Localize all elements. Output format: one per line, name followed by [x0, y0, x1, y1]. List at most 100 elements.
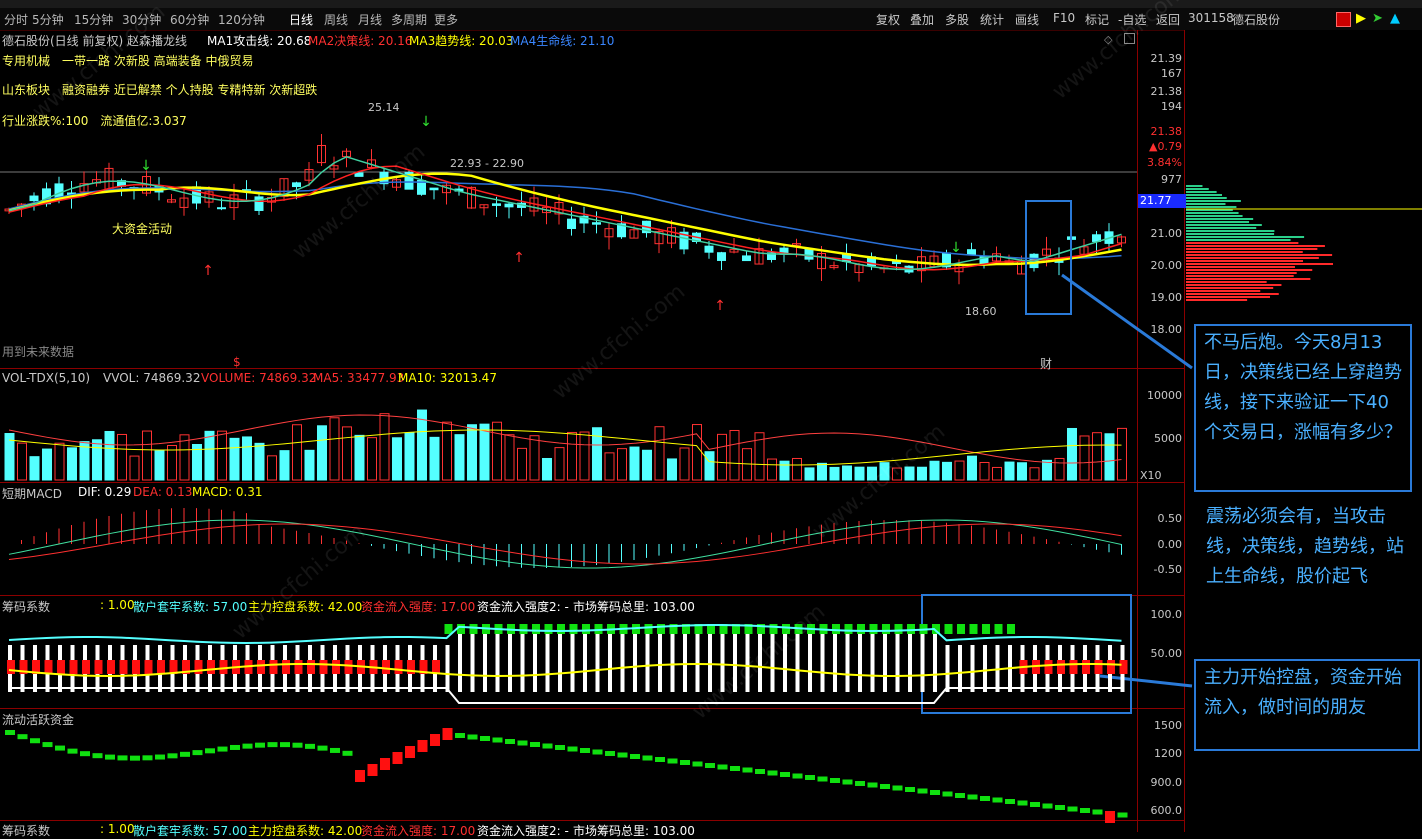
- volume-bar: [692, 424, 702, 481]
- flow-bar: [1117, 812, 1128, 818]
- chip-distribution-bar: [1186, 263, 1334, 265]
- candle-down: [742, 255, 751, 262]
- volume-bar: [154, 450, 165, 481]
- chip-distribution-bar: [1186, 230, 1275, 232]
- macd-dea-line: [8, 523, 1122, 565]
- volume-bar: [354, 434, 365, 481]
- chip-bar-white: [858, 628, 862, 692]
- chip-bar-white: [808, 628, 812, 692]
- flow-bar: [767, 770, 778, 776]
- volume-bar: [17, 442, 27, 481]
- chip-bar-green: [894, 624, 903, 634]
- flow-bar: [455, 733, 465, 738]
- chip-bar-white: [595, 628, 600, 692]
- chip-bar-red: [257, 660, 265, 674]
- volume-bar: [279, 450, 290, 481]
- candle-down: [354, 172, 364, 177]
- annotation-text-shakeout: 震荡必须会有，当攻击线，决策线，趋势线，站上生命线，股价起飞: [1206, 506, 1404, 587]
- volume-bar: [1017, 462, 1027, 481]
- flow-bar: [330, 747, 340, 753]
- flow-bar: [55, 745, 65, 751]
- flow-bar: [817, 776, 828, 782]
- chip-distribution-bar: [1186, 218, 1254, 220]
- chip-distribution-bar: [1186, 299, 1248, 301]
- chip-bar-red: [1082, 660, 1090, 674]
- flow-bar: [255, 742, 265, 748]
- flow-bar: [705, 763, 715, 768]
- chip-distribution-bar: [1186, 290, 1261, 292]
- chip-bar-green: [569, 624, 578, 634]
- sell-arrow-icon: ↓: [950, 240, 962, 256]
- chip-bar-white: [945, 645, 950, 692]
- chip-bar-red: [82, 660, 90, 674]
- flow-bar: [442, 728, 453, 740]
- chip-bar-white: [533, 628, 537, 692]
- chip-bar-green: [869, 624, 878, 634]
- chip-bar-red: [332, 660, 340, 674]
- flow-bar: [430, 734, 440, 746]
- flow-bar: [1055, 805, 1065, 810]
- volume-bar: [979, 461, 990, 481]
- chip-bar-white: [633, 628, 637, 692]
- volume-bar: [567, 431, 577, 481]
- flow-bar: [917, 788, 928, 794]
- flow-bar: [142, 755, 153, 761]
- chip-distribution-bar: [1186, 203, 1226, 205]
- chip-distribution-bar: [1186, 188, 1209, 190]
- flow-bar: [17, 734, 28, 740]
- volume-bar: [929, 460, 940, 481]
- volume-bar: [967, 455, 977, 481]
- flow-bar: [880, 784, 890, 789]
- volume-bar: [554, 447, 565, 481]
- candle-down: [492, 203, 501, 206]
- chip-bar-white: [845, 628, 850, 692]
- volume-bar: [804, 467, 815, 481]
- chip-bar-red: [1094, 660, 1103, 674]
- chip-bar-white: [558, 628, 562, 692]
- mid-price-label: 22.93 - 22.90: [450, 157, 524, 170]
- chip-bar-green: [969, 624, 978, 634]
- volume-bar: [404, 432, 415, 481]
- chip-bar-white: [445, 645, 450, 692]
- chip-distribution-bar: [1186, 227, 1257, 229]
- volume-bar: [954, 460, 965, 481]
- chip-bar-white: [470, 628, 475, 692]
- candle-down: [29, 195, 39, 202]
- volume-bar: [467, 424, 477, 481]
- volume-bar: [704, 451, 715, 481]
- watermark-text: www.cfchi.com: [28, 0, 170, 125]
- chip-bar-red: [294, 660, 303, 674]
- chip-distribution-bar: [1186, 248, 1318, 250]
- volume-bar: [917, 466, 927, 481]
- chip-bar-white: [583, 628, 587, 692]
- chip-bar-white: [495, 628, 500, 692]
- flow-bar: [855, 781, 865, 786]
- candle-down: [504, 203, 514, 208]
- volume-bar: [67, 447, 77, 481]
- chip-bar-red: [1069, 660, 1078, 674]
- chip-bar-green: [882, 624, 890, 634]
- flow-bar: [117, 755, 128, 761]
- chip-distribution-bar: [1186, 221, 1250, 223]
- highlight-box-chip: [921, 594, 1132, 714]
- chip-bar-white: [670, 628, 675, 692]
- flow-bar: [367, 764, 378, 776]
- volume-bar: [417, 409, 427, 481]
- chip-distribution-bar: [1186, 275, 1294, 277]
- volume-bar: [1067, 427, 1077, 481]
- chip-bar-green: [469, 624, 478, 634]
- chip-distribution-bar: [1186, 236, 1305, 238]
- flow-bar: [230, 744, 240, 750]
- flow-bar: [5, 730, 15, 735]
- volume-bar: [167, 444, 177, 481]
- buy-arrow-icon: ↑: [202, 263, 214, 279]
- chip-distribution-bar: [1186, 260, 1304, 262]
- volume-bar: [504, 434, 515, 481]
- volume-bar: [654, 426, 665, 481]
- chip-bar-green: [907, 624, 915, 634]
- chip-bar-white: [833, 628, 837, 692]
- chip-bar-white: [958, 645, 962, 692]
- volume-bar: [717, 433, 727, 481]
- flow-bar: [630, 754, 640, 759]
- chip-bar-red: [144, 660, 153, 674]
